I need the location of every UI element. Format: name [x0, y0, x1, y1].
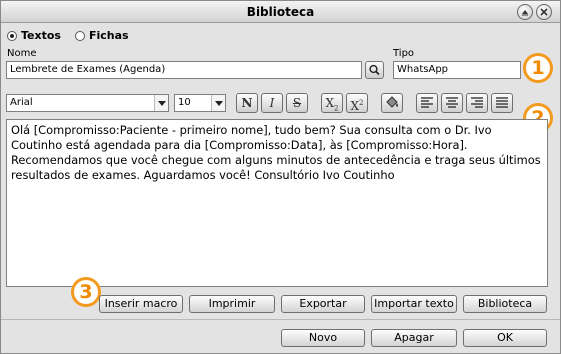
mode-selector: Textos Fichas — [7, 29, 129, 42]
paint-bucket-icon — [386, 96, 398, 108]
subscript-label: X — [325, 96, 335, 110]
callout-1: 1 — [523, 53, 553, 83]
close-icon[interactable] — [536, 4, 552, 20]
tipo-field[interactable]: WhatsApp — [393, 61, 521, 79]
library-button[interactable]: Biblioteca — [463, 295, 547, 313]
strikethrough-button[interactable]: S — [286, 93, 308, 113]
delete-button[interactable]: Apagar — [371, 329, 457, 347]
radio-selected-icon — [7, 30, 17, 41]
fill-color-button[interactable] — [381, 93, 403, 113]
font-select[interactable]: Arial — [6, 94, 169, 112]
superscript-label: X — [350, 99, 360, 113]
radio-textos[interactable]: Textos — [7, 29, 61, 42]
chevron-down-icon — [211, 95, 225, 111]
size-select[interactable]: 10 — [174, 94, 226, 112]
radio-unselected-icon — [74, 30, 85, 41]
text-editor[interactable]: Olá [Compromisso:Paciente - primeiro nom… — [6, 119, 548, 287]
window-title: Biblioteca — [246, 5, 315, 19]
nome-field[interactable]: Lembrete de Exames (Agenda) — [6, 61, 362, 79]
import-text-button[interactable]: Importar texto — [371, 295, 457, 313]
export-button[interactable]: Exportar — [281, 295, 365, 313]
callout-3: 3 — [71, 277, 101, 307]
insert-macro-button[interactable]: Inserir macro — [99, 295, 183, 313]
nome-label: Nome — [7, 48, 37, 59]
ok-button[interactable]: OK — [463, 329, 547, 347]
justify-icon — [496, 97, 508, 108]
superscript-button[interactable]: X2 — [346, 93, 368, 113]
subscript-mark: 2 — [334, 104, 339, 113]
superscript-mark: 2 — [359, 99, 364, 107]
size-select-value: 10 — [178, 97, 191, 108]
align-center-button[interactable] — [441, 93, 463, 113]
title-bar[interactable]: Biblioteca — [1, 1, 560, 23]
bold-button[interactable]: N — [236, 93, 258, 113]
divider — [1, 319, 560, 320]
radio-textos-label: Textos — [21, 29, 61, 42]
search-icon — [369, 64, 380, 76]
align-right-button[interactable] — [466, 93, 488, 113]
align-left-icon — [421, 97, 433, 108]
chevron-down-icon — [154, 95, 168, 111]
new-button[interactable]: Novo — [281, 329, 365, 347]
subscript-button[interactable]: X2 — [321, 93, 343, 113]
align-left-button[interactable] — [416, 93, 438, 113]
biblioteca-window: Biblioteca Textos Fichas Nome Lembrete d… — [0, 0, 561, 354]
print-button[interactable]: Imprimir — [189, 295, 275, 313]
font-select-value: Arial — [10, 97, 33, 108]
radio-fichas[interactable]: Fichas — [74, 29, 129, 42]
align-right-icon — [471, 97, 483, 108]
radio-fichas-label: Fichas — [88, 29, 129, 42]
align-center-icon — [446, 97, 458, 108]
search-button[interactable] — [365, 61, 384, 79]
justify-button[interactable] — [491, 93, 513, 113]
tipo-label: Tipo — [393, 48, 415, 59]
collapse-icon[interactable] — [517, 4, 533, 20]
italic-button[interactable]: I — [261, 93, 283, 113]
